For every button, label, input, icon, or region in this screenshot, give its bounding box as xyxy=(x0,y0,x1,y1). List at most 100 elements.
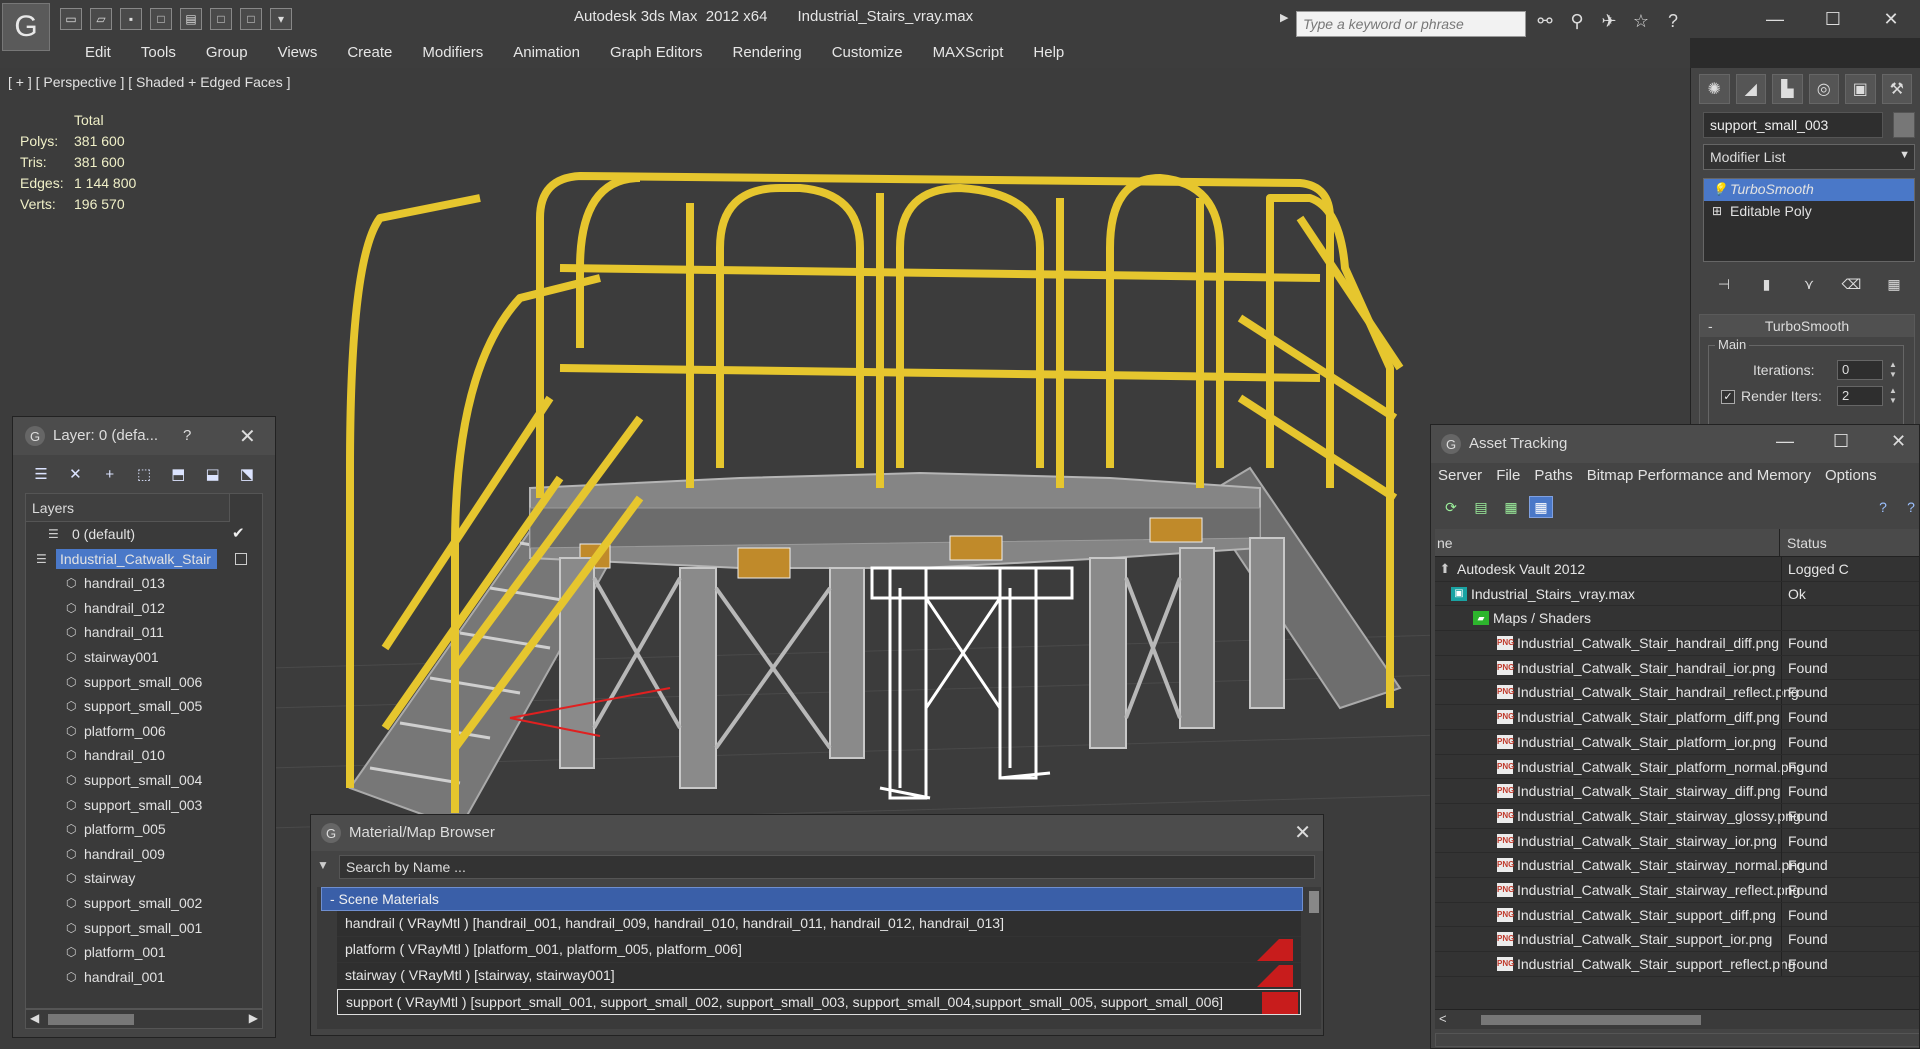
save-icon[interactable]: ▪ xyxy=(120,8,142,30)
object-row[interactable]: ⬡ support_small_003 xyxy=(26,793,262,818)
menu-animation[interactable]: Animation xyxy=(498,38,595,68)
options-dropdown-icon[interactable]: ▼ xyxy=(317,858,329,872)
asset-row[interactable]: PNG Industrial_Catwalk_Stair_stairway_nor… xyxy=(1435,853,1919,878)
menu-create[interactable]: Create xyxy=(332,38,407,68)
asset-row[interactable]: ▣ Industrial_Stairs_vray.max Ok xyxy=(1435,581,1919,607)
object-row[interactable]: ⬡ support_small_004 xyxy=(26,768,262,793)
selected-support-small-003[interactable] xyxy=(870,566,1074,800)
freeze-all-icon[interactable]: ⬔ xyxy=(235,463,259,485)
add-selection-icon[interactable]: + xyxy=(98,463,122,485)
minimize-icon[interactable]: — xyxy=(1746,0,1804,38)
highlight-layer-icon[interactable]: ⬒ xyxy=(166,463,190,485)
menu-paths[interactable]: Paths xyxy=(1527,463,1579,491)
menu-group[interactable]: Group xyxy=(191,38,263,68)
select-objects-icon[interactable]: ⬚ xyxy=(132,463,156,485)
show-end-result-icon[interactable]: ▮ xyxy=(1756,272,1778,296)
object-row[interactable]: ⬡ platform_006 xyxy=(26,719,262,744)
stack-item-editable-poly[interactable]: ⊞ Editable Poly xyxy=(1704,201,1914,223)
maximize-icon[interactable]: ☐ xyxy=(1833,431,1849,452)
motion-tab-icon[interactable]: ◎ xyxy=(1808,74,1839,104)
help-icon[interactable]: ? xyxy=(1871,496,1895,518)
maximize-icon[interactable]: ☐ xyxy=(1804,0,1862,38)
help-icon[interactable]: ? xyxy=(1662,10,1684,32)
modify-tab-icon[interactable]: ◢ xyxy=(1735,74,1766,104)
app-logo-button[interactable]: G xyxy=(2,3,50,51)
stack-item-turbosmooth[interactable]: 💡 TurboSmooth xyxy=(1704,179,1914,201)
object-row[interactable]: ⬡ platform_005 xyxy=(26,817,262,842)
vertical-scrollbar[interactable] xyxy=(1307,887,1321,1029)
search-input[interactable]: Type a keyword or phrase xyxy=(1296,11,1526,37)
spinner-arrows-icon[interactable]: ▲ ▼ xyxy=(1887,386,1899,406)
menu-tools[interactable]: Tools xyxy=(126,38,191,68)
thumbnail-view-icon[interactable]: ▦ xyxy=(1499,496,1523,518)
favorites-star-icon[interactable]: ☆ xyxy=(1630,10,1652,32)
subscription-icon[interactable]: ⚲ xyxy=(1566,10,1588,32)
asset-row[interactable]: PNG Industrial_Catwalk_Stair_stairway_ref… xyxy=(1435,877,1919,903)
table-view-icon[interactable]: ▦ xyxy=(1529,496,1553,518)
asset-row[interactable]: ⬆ Autodesk Vault 2012 Logged C xyxy=(1435,557,1919,582)
create-layer-icon[interactable]: ☰ xyxy=(29,463,53,485)
horizontal-scrollbar[interactable]: < xyxy=(1435,1009,1919,1029)
menu-server[interactable]: Server xyxy=(1431,463,1489,491)
create-tab-icon[interactable]: ✺ xyxy=(1699,74,1730,104)
context-help-icon[interactable]: ? xyxy=(1899,496,1919,518)
refresh-icon[interactable]: ⟳ xyxy=(1439,496,1463,518)
object-row[interactable]: ⬡ support_small_002 xyxy=(26,891,262,916)
object-color-swatch[interactable] xyxy=(1893,112,1915,138)
object-row[interactable]: ⬡ handrail_012 xyxy=(26,596,262,621)
open-icon[interactable]: ▱ xyxy=(90,8,112,30)
communication-icon[interactable]: ✈ xyxy=(1598,10,1620,32)
render-iters-checkbox[interactable]: ✓ xyxy=(1721,390,1735,404)
folder-icon[interactable]: □ xyxy=(240,8,262,30)
menu-modifiers[interactable]: Modifiers xyxy=(407,38,498,68)
material-row[interactable]: platform ( VRayMtl ) [platform_001, plat… xyxy=(337,937,1301,963)
layer-row[interactable]: ☰ 0 (default) ✔ xyxy=(26,522,262,547)
object-row[interactable]: ⬡ stairway xyxy=(26,866,262,891)
close-icon[interactable]: ✕ xyxy=(1294,820,1311,845)
search-by-name-input[interactable]: Search by Name ... xyxy=(339,855,1315,879)
remove-modifier-icon[interactable]: ⌫ xyxy=(1841,272,1863,296)
object-row[interactable]: ⬡ stairway001 xyxy=(26,645,262,670)
material-row[interactable]: handrail ( VRayMtl ) [handrail_001, hand… xyxy=(337,911,1301,937)
configure-modifier-sets-icon[interactable]: ▦ xyxy=(1883,272,1905,296)
material-row[interactable]: support ( VRayMtl ) [support_small_001, … xyxy=(337,989,1301,1015)
menu-bitmap-performance[interactable]: Bitmap Performance and Memory xyxy=(1580,463,1818,491)
layer-panel-titlebar[interactable]: G Layer: 0 (defa... ? ✕ xyxy=(13,417,275,455)
modifier-list-dropdown[interactable]: Modifier List ▼ xyxy=(1703,144,1915,170)
asset-row[interactable]: PNG Industrial_Catwalk_Stair_stairway_glo… xyxy=(1435,803,1919,829)
active-checkmark-icon[interactable]: ✔ xyxy=(232,522,245,546)
redo-icon[interactable]: ▤ xyxy=(180,8,202,30)
asset-row[interactable]: PNG Industrial_Catwalk_Stair_platform_ior… xyxy=(1435,729,1919,755)
set-active-checkbox[interactable] xyxy=(235,552,247,565)
asset-row[interactable]: PNG Industrial_Catwalk_Stair_support_ior.… xyxy=(1435,927,1919,952)
collapse-icon[interactable]: - xyxy=(1708,315,1713,337)
menu-graph-editors[interactable]: Graph Editors xyxy=(595,38,718,68)
rollout-header[interactable]: - TurboSmooth xyxy=(1700,315,1914,337)
menu-file[interactable]: File xyxy=(1489,463,1527,491)
scene-materials-group[interactable]: - Scene Materials xyxy=(321,887,1303,911)
minimize-icon[interactable]: — xyxy=(1776,431,1794,452)
object-row[interactable]: ⬡ handrail_009 xyxy=(26,842,262,867)
layers-column-header[interactable]: Layers xyxy=(26,494,230,522)
asset-row[interactable]: PNG Industrial_Catwalk_Stair_stairway_ior… xyxy=(1435,828,1919,854)
render-iters-spinner[interactable]: 2 xyxy=(1837,386,1883,406)
asset-row[interactable]: PNG Industrial_Catwalk_Stair_support_refl… xyxy=(1435,952,1919,977)
horizontal-scrollbar[interactable]: ◀ ▶ xyxy=(25,1009,263,1029)
expand-plus-icon[interactable]: ⊞ xyxy=(1712,204,1722,218)
object-row[interactable]: ⬡ support_small_005 xyxy=(26,694,262,719)
hide-all-icon[interactable]: ⬓ xyxy=(200,463,224,485)
scroll-thumb[interactable] xyxy=(1481,1015,1701,1025)
undo-icon[interactable]: □ xyxy=(150,8,172,30)
viewport-label[interactable]: [ + ] [ Perspective ] [ Shaded + Edged F… xyxy=(8,74,291,90)
menu-edit[interactable]: Edit xyxy=(70,38,126,68)
help-button[interactable]: ? xyxy=(183,427,191,444)
delete-layer-icon[interactable]: ✕ xyxy=(63,463,87,485)
scroll-thumb[interactable] xyxy=(48,1014,134,1025)
hierarchy-tab-icon[interactable]: ▙ xyxy=(1772,74,1803,104)
column-header-status[interactable]: Status xyxy=(1787,535,1827,551)
menu-customize[interactable]: Customize xyxy=(817,38,918,68)
material-browser-titlebar[interactable]: G Material/Map Browser ✕ xyxy=(311,815,1323,851)
object-row[interactable]: ⬡ support_small_001 xyxy=(26,916,262,941)
object-row[interactable]: ⬡ handrail_013 xyxy=(26,571,262,596)
asset-row[interactable]: PNG Industrial_Catwalk_Stair_platform_nor… xyxy=(1435,754,1919,780)
